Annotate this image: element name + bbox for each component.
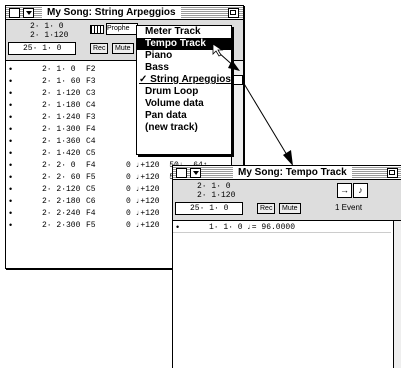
vertical-scrollbar[interactable] [393, 221, 401, 368]
row-bullet: • [176, 222, 180, 232]
counter-field[interactable]: 25· 1· 0 [175, 202, 243, 215]
tempo-event-row[interactable]: • 1· 1· 0 ♩= 96.0000 [173, 223, 391, 233]
counter-end: 2· 1·120 [197, 191, 236, 200]
mute-button[interactable]: Mute [279, 203, 301, 214]
tempo-value: ♩= 96.0000 [247, 223, 296, 232]
dropdown-icon[interactable] [190, 168, 201, 178]
song-window-tempo-track: My Song: Tempo Track 2· 1· 0 2· 1·120 25… [172, 165, 401, 368]
insert-event-icon[interactable]: → [337, 183, 352, 198]
track-toolbar: 2· 1· 0 2· 1·120 25· 1· 0 Rec Mute → ♪ 1… [173, 180, 401, 221]
position-counter[interactable]: 2· 1· 0 2· 1·120 [177, 182, 235, 200]
arrow-head-upper [228, 60, 240, 71]
event-count: 1 Event [335, 203, 363, 212]
counter-start: 2· 1· 0 [197, 182, 231, 191]
counter-value: 25· 1· 0 [190, 204, 229, 213]
window-title: My Song: Tempo Track [233, 166, 352, 179]
note-icon[interactable]: ♪ [353, 183, 368, 198]
zoom-box-icon[interactable] [387, 168, 398, 178]
arrow-head-lower [283, 150, 293, 166]
close-box-icon[interactable] [176, 168, 187, 178]
rec-button[interactable]: Rec [257, 203, 276, 214]
mouse-cursor-icon [212, 43, 224, 57]
event-position: 1· 1· 0 [209, 223, 243, 232]
arrow-line-lower [242, 81, 291, 161]
title-bar[interactable]: My Song: Tempo Track [173, 166, 401, 180]
